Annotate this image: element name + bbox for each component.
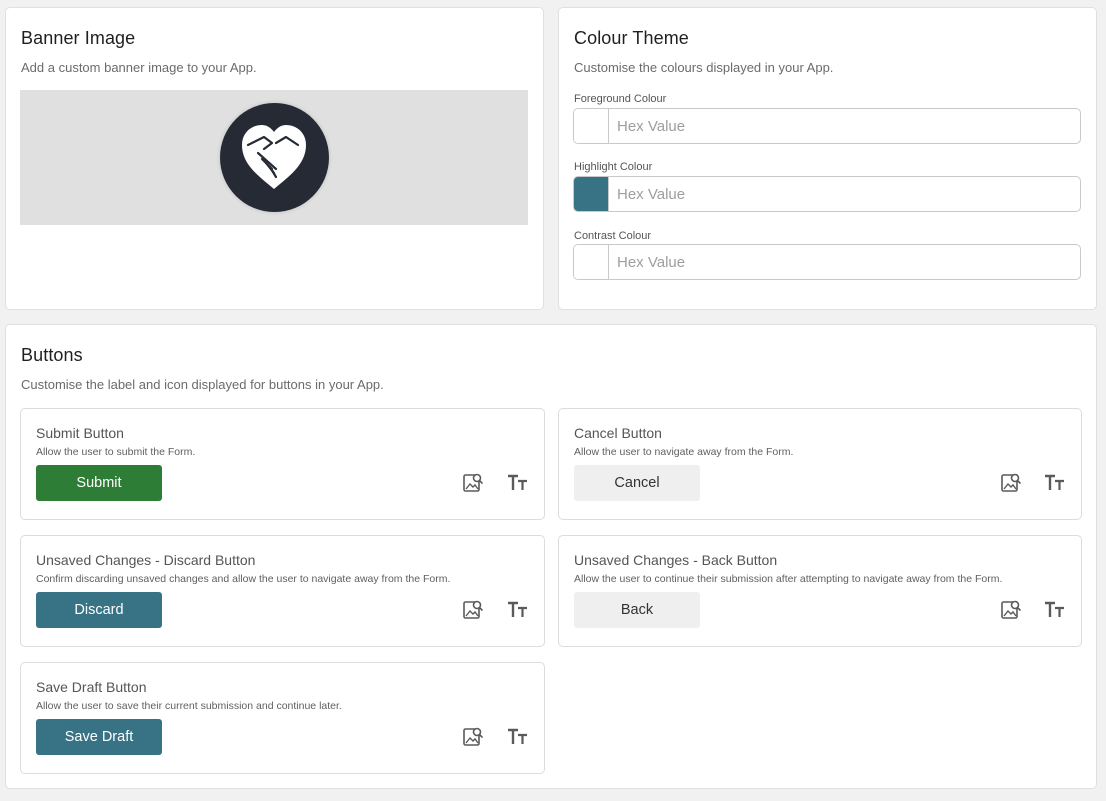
- image-search-icon[interactable]: [462, 599, 484, 621]
- contrast-colour-input[interactable]: [609, 245, 1080, 279]
- text-size-icon[interactable]: [507, 472, 529, 494]
- discard-button-card-description: Confirm discarding unsaved changes and a…: [36, 573, 451, 585]
- buttons-title: Buttons: [21, 345, 83, 365]
- contrast-colour-field: [573, 244, 1081, 280]
- submit-button-card-title: Submit Button: [36, 425, 124, 441]
- contrast-colour-label: Contrast Colour: [574, 230, 652, 242]
- image-search-icon[interactable]: [1000, 472, 1022, 494]
- banner-image-title: Banner Image: [21, 28, 136, 48]
- discard-button-card: Unsaved Changes - Discard Button Confirm…: [20, 535, 545, 647]
- text-size-icon[interactable]: [1044, 599, 1066, 621]
- back-preview-button[interactable]: Back: [574, 592, 700, 628]
- image-search-icon[interactable]: [462, 726, 484, 748]
- buttons-description: Customise the label and icon displayed f…: [21, 377, 384, 392]
- cancel-button-card-title: Cancel Button: [574, 425, 662, 441]
- foreground-colour-swatch[interactable]: [574, 109, 609, 143]
- highlight-colour-label: Highlight Colour: [574, 161, 653, 173]
- image-search-icon[interactable]: [1000, 599, 1022, 621]
- cancel-button-card: Cancel Button Allow the user to navigate…: [558, 408, 1082, 520]
- buttons-card: Buttons Customise the label and icon dis…: [5, 324, 1097, 789]
- banner-image-card: Banner Image Add a custom banner image t…: [5, 7, 544, 310]
- contrast-colour-swatch[interactable]: [574, 245, 609, 279]
- back-button-card-description: Allow the user to continue their submiss…: [574, 573, 1003, 585]
- save-draft-preview-button[interactable]: Save Draft: [36, 719, 162, 755]
- back-button-card-title: Unsaved Changes - Back Button: [574, 552, 778, 568]
- highlight-colour-field: [573, 176, 1081, 212]
- foreground-colour-label: Foreground Colour: [574, 93, 667, 105]
- colour-theme-card: Colour Theme Customise the colours displ…: [558, 7, 1097, 310]
- banner-image-preview[interactable]: [20, 90, 528, 225]
- cancel-button-card-description: Allow the user to navigate away from the…: [574, 446, 794, 458]
- save-draft-button-card: Save Draft Button Allow the user to save…: [20, 662, 545, 774]
- highlight-colour-swatch[interactable]: [574, 177, 609, 211]
- save-draft-button-card-description: Allow the user to save their current sub…: [36, 700, 342, 712]
- text-size-icon[interactable]: [507, 726, 529, 748]
- foreground-colour-input[interactable]: [609, 109, 1080, 143]
- discard-button-card-title: Unsaved Changes - Discard Button: [36, 552, 256, 568]
- back-button-card: Unsaved Changes - Back Button Allow the …: [558, 535, 1082, 647]
- cancel-preview-button[interactable]: Cancel: [574, 465, 700, 501]
- handshake-heart-icon: [242, 125, 306, 189]
- highlight-colour-input[interactable]: [609, 177, 1080, 211]
- save-draft-button-card-title: Save Draft Button: [36, 679, 147, 695]
- image-search-icon[interactable]: [462, 472, 484, 494]
- app-logo: [220, 103, 329, 212]
- submit-preview-button[interactable]: Submit: [36, 465, 162, 501]
- text-size-icon[interactable]: [507, 599, 529, 621]
- submit-button-card: Submit Button Allow the user to submit t…: [20, 408, 545, 520]
- foreground-colour-field: [573, 108, 1081, 144]
- submit-button-card-description: Allow the user to submit the Form.: [36, 446, 196, 458]
- discard-preview-button[interactable]: Discard: [36, 592, 162, 628]
- colour-theme-title: Colour Theme: [574, 28, 689, 48]
- text-size-icon[interactable]: [1044, 472, 1066, 494]
- colour-theme-description: Customise the colours displayed in your …: [574, 60, 834, 75]
- banner-image-description: Add a custom banner image to your App.: [21, 60, 257, 75]
